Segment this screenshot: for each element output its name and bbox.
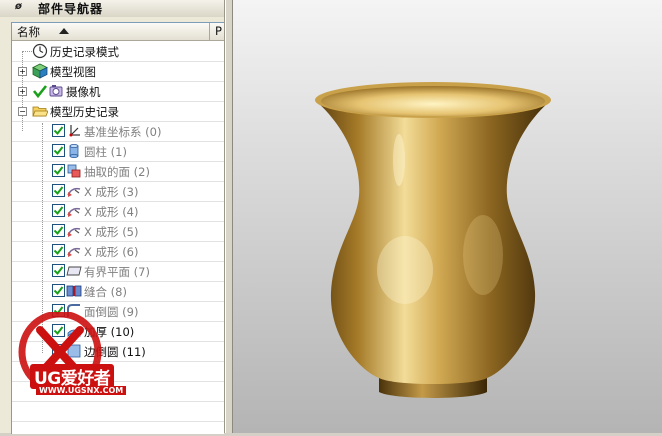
sew-icon (66, 285, 82, 297)
bounded-plane-icon (66, 266, 82, 276)
tree-row-label: X 成形 (5) (84, 225, 139, 239)
tree-row-feature[interactable]: X 成形 (4) (12, 201, 224, 222)
x-form-icon (67, 187, 81, 197)
tree-row-feature[interactable]: X 成形 (3) (12, 181, 224, 202)
pin-icon[interactable]: ø (15, 1, 22, 12)
datum-csys-icon (69, 125, 80, 137)
tree-row-feature[interactable]: 圆柱 (1) (12, 141, 224, 162)
tree-row-feature[interactable]: 基准坐标系 (0) (12, 121, 224, 142)
watermark-logo (18, 312, 102, 394)
checkmark-icon (32, 85, 48, 99)
visibility-checkbox[interactable] (52, 224, 65, 237)
x-form-icon (67, 227, 81, 237)
visibility-checkbox[interactable] (52, 184, 65, 197)
tree-row-label: X 成形 (3) (84, 185, 139, 199)
tree-row-label: 有界平面 (7) (84, 265, 150, 279)
panel-splitter[interactable] (225, 0, 233, 433)
tree-row-feature[interactable]: 有界平面 (7) (12, 261, 224, 282)
cube-view-icon (32, 63, 48, 79)
visibility-checkbox[interactable] (52, 164, 65, 177)
tree-row-history-mode[interactable]: 历史记录模式 (12, 41, 224, 62)
watermark-url: WWW.UGSNX.COM (36, 386, 127, 395)
x-form-icon (67, 207, 81, 217)
x-form-icon (67, 247, 81, 257)
graphics-window[interactable] (233, 0, 662, 433)
visibility-checkbox[interactable] (52, 284, 65, 297)
tree-row-label: 模型历史记录 (50, 105, 119, 119)
visibility-checkbox[interactable] (52, 264, 65, 277)
tree-row-feature[interactable]: X 成形 (6) (12, 241, 224, 262)
clock-icon (32, 43, 48, 59)
tree-row-label: 缝合 (8) (84, 285, 127, 299)
tree-row-feature[interactable]: 抽取的面 (2) (12, 161, 224, 182)
visibility-checkbox[interactable] (52, 124, 65, 137)
expand-icon[interactable]: + (18, 87, 27, 96)
visibility-checkbox[interactable] (52, 204, 65, 217)
part-navigator-title-bar: ø 部件导航器 (0, 0, 224, 17)
collapse-icon[interactable]: − (18, 107, 27, 116)
extract-face-icon (67, 164, 81, 178)
tree-row-feature[interactable]: X 成形 (5) (12, 221, 224, 242)
part-navigator-title: 部件导航器 (38, 2, 104, 16)
camera-icon (49, 85, 63, 97)
tree-row-cameras[interactable]: + 摄像机 (12, 81, 224, 102)
tree-row-label: 摄像机 (66, 85, 101, 99)
cylinder-icon (69, 143, 79, 158)
tree-row-label: X 成形 (4) (84, 205, 139, 219)
expand-icon[interactable]: + (18, 67, 27, 76)
visibility-checkbox[interactable] (52, 244, 65, 257)
tree-row-label: 抽取的面 (2) (84, 165, 150, 179)
tree-row-label: 圆柱 (1) (84, 145, 127, 159)
tree-row-label: 历史记录模式 (50, 45, 119, 59)
visibility-checkbox[interactable] (52, 144, 65, 157)
tree-row-model-views[interactable]: + 模型视图 (12, 61, 224, 82)
sort-ascending-icon (59, 28, 69, 34)
tree-row-label: X 成形 (6) (84, 245, 139, 259)
column-separator[interactable] (209, 23, 210, 40)
tree-row-label: 模型视图 (50, 65, 96, 79)
column-p-header[interactable]: P (215, 24, 222, 38)
tree-column-header[interactable]: 名称 P (12, 23, 224, 41)
tree-row-feature[interactable]: 缝合 (8) (12, 281, 224, 302)
vase-model[interactable] (233, 0, 662, 433)
tree-row-model-history[interactable]: − 模型历史记录 (12, 101, 224, 122)
folder-open-icon (32, 106, 48, 117)
column-name-header[interactable]: 名称 (17, 24, 40, 40)
tree-row-label: 基准坐标系 (0) (84, 125, 162, 139)
